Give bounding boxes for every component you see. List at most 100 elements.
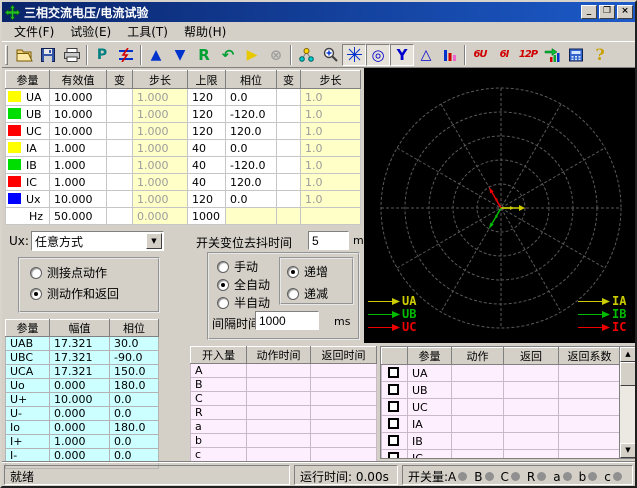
phase-step-cell[interactable]: 1.0	[301, 157, 361, 174]
reset-button[interactable]: R	[192, 44, 216, 66]
row-checkbox[interactable]	[388, 401, 399, 412]
radio-contact-action[interactable]: 测接点动作	[30, 264, 107, 281]
polar-view-button[interactable]: ◎	[366, 44, 390, 66]
limit-cell[interactable]: 120	[188, 191, 226, 208]
rms-cell[interactable]: 10.000	[50, 106, 107, 123]
step-cell[interactable]: 1.000	[133, 157, 188, 174]
step-cell[interactable]: 1.000	[133, 140, 188, 157]
vary-cell[interactable]	[107, 191, 133, 208]
phase-step-cell[interactable]: 1.0	[301, 89, 361, 106]
limit-cell[interactable]: 120	[188, 106, 226, 123]
step-cell[interactable]: 0.000	[133, 208, 188, 225]
limit-cell[interactable]: 120	[188, 89, 226, 106]
radio-action-return[interactable]: 测动作和返回	[30, 285, 119, 302]
phase-step-cell[interactable]: 1.0	[301, 191, 361, 208]
menu-help[interactable]: 帮助(H)	[176, 22, 234, 41]
radio-full-auto[interactable]: 全自动	[217, 276, 270, 293]
step-up-button[interactable]: ▲	[144, 44, 168, 66]
wye-connection-button[interactable]: Y	[390, 44, 414, 66]
twelve-phase-button[interactable]: 12P	[516, 44, 540, 66]
fault-button[interactable]	[114, 44, 138, 66]
vary-cell[interactable]	[107, 106, 133, 123]
vary-cell[interactable]	[277, 140, 301, 157]
vary-cell[interactable]	[277, 157, 301, 174]
vary-cell[interactable]	[277, 191, 301, 208]
bar-view-button[interactable]	[438, 44, 462, 66]
run-button[interactable]: ▶	[240, 44, 264, 66]
menu-test[interactable]: 试验(E)	[62, 22, 119, 41]
print-button[interactable]	[60, 44, 84, 66]
step-cell[interactable]: 1.000	[133, 174, 188, 191]
limit-cell[interactable]: 120	[188, 123, 226, 140]
zoom-in-button[interactable]	[318, 44, 342, 66]
phase-cell[interactable]: -120.0	[226, 106, 277, 123]
output-button[interactable]	[540, 44, 564, 66]
debounce-input[interactable]	[308, 231, 349, 250]
vary-cell[interactable]	[277, 123, 301, 140]
vary-cell[interactable]	[277, 174, 301, 191]
radio-increase[interactable]: 递增	[287, 263, 328, 280]
limit-cell[interactable]: 40	[188, 140, 226, 157]
phase-step-cell[interactable]: 1.0	[301, 106, 361, 123]
phase-step-cell[interactable]: 1.0	[301, 140, 361, 157]
vary-cell[interactable]	[107, 89, 133, 106]
rms-cell[interactable]: 10.000	[50, 191, 107, 208]
menu-tools[interactable]: 工具(T)	[119, 22, 176, 41]
undo-button[interactable]: ↶	[216, 44, 240, 66]
phase-cell[interactable]: 0.0	[226, 89, 277, 106]
ux-mode-select[interactable]: 任意方式 ▼	[31, 231, 164, 251]
row-checkbox[interactable]	[388, 367, 399, 378]
save-button[interactable]	[36, 44, 60, 66]
step-cell[interactable]: 1.000	[133, 89, 188, 106]
limit-cell[interactable]: 40	[188, 157, 226, 174]
calculator-button[interactable]	[564, 44, 588, 66]
open-button[interactable]	[12, 44, 36, 66]
vary-cell[interactable]	[107, 123, 133, 140]
row-checkbox[interactable]	[388, 384, 399, 395]
vertical-scrollbar[interactable]: ▲ ▼	[619, 347, 636, 458]
delta-connection-button[interactable]: △	[414, 44, 438, 66]
vary-cell[interactable]	[107, 208, 133, 225]
phase-cell[interactable]: 120.0	[226, 174, 277, 191]
row-checkbox[interactable]	[388, 418, 399, 429]
rms-cell[interactable]: 10.000	[50, 89, 107, 106]
phase-cell[interactable]: 0.0	[226, 140, 277, 157]
minimize-button[interactable]: _	[581, 5, 597, 19]
vary-cell[interactable]	[107, 140, 133, 157]
phase-step-cell[interactable]: 1.0	[301, 174, 361, 191]
toolbar-grip[interactable]	[5, 45, 8, 65]
step-cell[interactable]: 1.000	[133, 106, 188, 123]
vary-cell[interactable]	[277, 106, 301, 123]
maximize-button[interactable]: ❐	[599, 5, 615, 19]
rms-cell[interactable]: 1.000	[50, 157, 107, 174]
scroll-thumb[interactable]	[620, 362, 636, 386]
phase-step-cell[interactable]: 1.0	[301, 123, 361, 140]
vary-cell[interactable]	[107, 174, 133, 191]
scroll-down-icon[interactable]: ▼	[620, 443, 636, 458]
vector-node-button[interactable]	[294, 44, 318, 66]
rms-cell[interactable]: 50.000	[50, 208, 107, 225]
vary-cell[interactable]	[277, 89, 301, 106]
six-voltage-button[interactable]: 6U	[468, 44, 492, 66]
scroll-up-icon[interactable]: ▲	[620, 347, 636, 362]
limit-cell[interactable]: 40	[188, 174, 226, 191]
phase-cell[interactable]: 120.0	[226, 123, 277, 140]
interval-input[interactable]	[255, 311, 319, 330]
phase-cell[interactable]: -120.0	[226, 157, 277, 174]
step-cell[interactable]: 1.000	[133, 191, 188, 208]
close-button[interactable]: ×	[617, 5, 633, 19]
radio-semi-auto[interactable]: 半自动	[217, 294, 270, 311]
phase-cell[interactable]: 0.0	[226, 191, 277, 208]
rms-cell[interactable]: 10.000	[50, 123, 107, 140]
radio-manual[interactable]: 手动	[217, 258, 258, 275]
step-down-button[interactable]: ▼	[168, 44, 192, 66]
rms-cell[interactable]: 1.000	[50, 174, 107, 191]
stop-button[interactable]: ⊗	[264, 44, 288, 66]
vary-cell[interactable]	[107, 157, 133, 174]
help-button[interactable]: ?	[588, 44, 612, 66]
rms-cell[interactable]: 1.000	[50, 140, 107, 157]
limit-cell[interactable]: 1000	[188, 208, 226, 225]
row-checkbox[interactable]	[388, 435, 399, 446]
menu-file[interactable]: 文件(F)	[6, 22, 62, 41]
phase-setting-button[interactable]: P	[90, 44, 114, 66]
